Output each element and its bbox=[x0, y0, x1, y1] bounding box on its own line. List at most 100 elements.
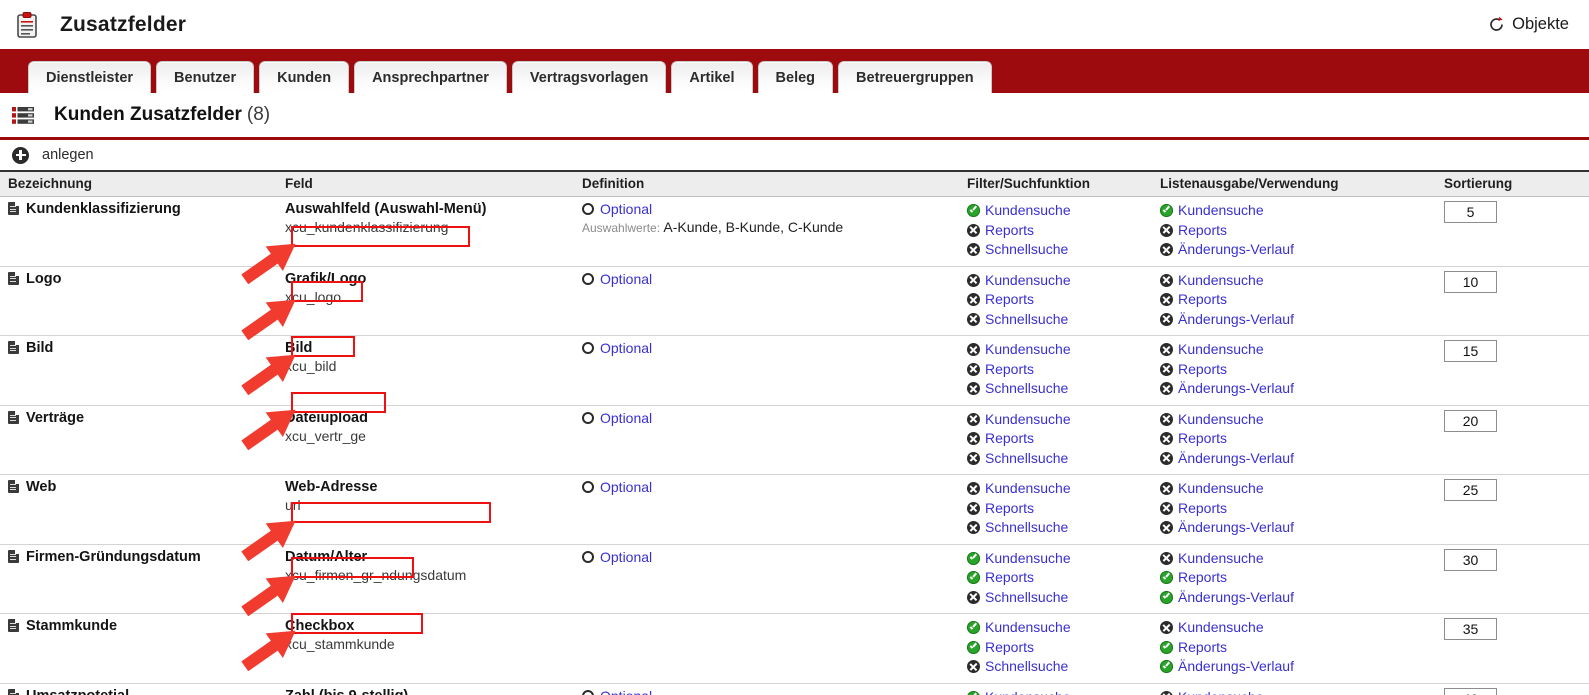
filter-link[interactable]: Kundensuche bbox=[985, 202, 1071, 218]
listen-link[interactable]: Änderungs-Verlauf bbox=[1178, 519, 1294, 535]
filter-link[interactable]: Reports bbox=[985, 639, 1034, 655]
listen-link[interactable]: Reports bbox=[1178, 222, 1227, 238]
check-circle-icon[interactable] bbox=[1160, 660, 1173, 673]
definition-label[interactable]: Optional bbox=[600, 410, 652, 426]
cross-circle-icon[interactable] bbox=[967, 293, 980, 306]
definition-radio[interactable] bbox=[582, 689, 594, 695]
feld-type[interactable]: Dateiupload bbox=[285, 410, 582, 427]
listen-link[interactable]: Kundensuche bbox=[1178, 619, 1264, 635]
feld-type[interactable]: Web-Adresse bbox=[285, 479, 582, 496]
feld-type[interactable]: Datum/Alter bbox=[285, 549, 582, 566]
bezeichnung-text[interactable]: Bild bbox=[26, 340, 53, 356]
definition-radio[interactable] bbox=[582, 272, 594, 285]
cross-circle-icon[interactable] bbox=[967, 451, 980, 465]
plus-circle-icon[interactable] bbox=[12, 146, 29, 164]
definition-label[interactable]: Optional bbox=[600, 340, 652, 356]
filter-link[interactable]: Kundensuche bbox=[985, 411, 1071, 427]
definition-radio[interactable] bbox=[582, 203, 594, 215]
cross-circle-icon[interactable] bbox=[1160, 432, 1173, 445]
feld-type[interactable]: Bild bbox=[285, 340, 582, 357]
cross-circle-icon[interactable] bbox=[1160, 293, 1173, 306]
cross-circle-icon[interactable] bbox=[967, 482, 980, 495]
listen-link[interactable]: Änderungs-Verlauf bbox=[1178, 658, 1294, 674]
objects-refresh-control[interactable]: Objekte bbox=[1488, 15, 1575, 34]
cross-circle-icon[interactable] bbox=[967, 312, 980, 326]
definition-label[interactable]: Optional bbox=[600, 201, 652, 217]
feld-type[interactable]: Grafik/Logo bbox=[285, 271, 582, 288]
cross-circle-icon[interactable] bbox=[1160, 362, 1173, 376]
check-circle-icon[interactable] bbox=[1160, 204, 1173, 217]
bezeichnung-text[interactable]: Kundenklassifizierung bbox=[26, 201, 181, 217]
bezeichnung-text[interactable]: Firmen-Gründungsdatum bbox=[26, 549, 201, 565]
filter-link[interactable]: Kundensuche bbox=[985, 480, 1071, 496]
filter-link[interactable]: Schnellsuche bbox=[985, 519, 1068, 535]
definition-radio[interactable] bbox=[582, 550, 594, 563]
cross-circle-icon[interactable] bbox=[967, 501, 980, 515]
filter-link[interactable]: Reports bbox=[985, 361, 1034, 377]
create-link[interactable]: anlegen bbox=[42, 147, 94, 163]
sortierung-input[interactable] bbox=[1444, 548, 1497, 571]
listen-link[interactable]: Kundensuche bbox=[1178, 202, 1264, 218]
filter-link[interactable]: Schnellsuche bbox=[985, 589, 1068, 605]
sortierung-input[interactable] bbox=[1444, 270, 1497, 293]
sortierung-input[interactable] bbox=[1444, 340, 1497, 362]
check-circle-icon[interactable] bbox=[1160, 640, 1173, 654]
filter-link[interactable]: Kundensuche bbox=[985, 341, 1071, 357]
definition-radio[interactable] bbox=[582, 342, 594, 354]
filter-link[interactable]: Reports bbox=[985, 430, 1034, 446]
listen-link[interactable]: Reports bbox=[1178, 500, 1227, 516]
cross-circle-icon[interactable] bbox=[1160, 312, 1173, 326]
feld-type[interactable]: Checkbox bbox=[285, 618, 582, 635]
cross-circle-icon[interactable] bbox=[1160, 621, 1173, 634]
listen-link[interactable]: Änderungs-Verlauf bbox=[1178, 589, 1294, 605]
sortierung-input[interactable] bbox=[1444, 687, 1497, 695]
listen-link[interactable]: Kundensuche bbox=[1178, 341, 1264, 357]
filter-link[interactable]: Schnellsuche bbox=[985, 658, 1068, 674]
listen-link[interactable]: Reports bbox=[1178, 430, 1227, 446]
filter-link[interactable]: Reports bbox=[985, 569, 1034, 585]
cross-circle-icon[interactable] bbox=[967, 382, 980, 395]
cross-circle-icon[interactable] bbox=[967, 362, 980, 376]
check-circle-icon[interactable] bbox=[967, 690, 980, 695]
filter-link[interactable]: Reports bbox=[985, 500, 1034, 516]
cross-circle-icon[interactable] bbox=[1160, 273, 1173, 287]
filter-link[interactable]: Schnellsuche bbox=[985, 241, 1068, 257]
check-circle-icon[interactable] bbox=[967, 640, 980, 654]
definition-label[interactable]: Optional bbox=[600, 688, 652, 695]
tab-artikel[interactable]: Artikel bbox=[671, 61, 753, 93]
listen-link[interactable]: Kundensuche bbox=[1178, 411, 1264, 427]
tab-ansprechpartner[interactable]: Ansprechpartner bbox=[354, 61, 507, 93]
bezeichnung-text[interactable]: Umsatzpotetial bbox=[26, 688, 129, 695]
sortierung-input[interactable] bbox=[1444, 618, 1497, 640]
cross-circle-icon[interactable] bbox=[967, 432, 980, 445]
filter-link[interactable]: Reports bbox=[985, 291, 1034, 307]
check-circle-icon[interactable] bbox=[967, 551, 980, 565]
cross-circle-icon[interactable] bbox=[1160, 451, 1173, 465]
cross-circle-icon[interactable] bbox=[967, 412, 980, 426]
tab-betreuergruppen[interactable]: Betreuergruppen bbox=[838, 61, 992, 93]
cross-circle-icon[interactable] bbox=[1160, 412, 1173, 426]
listen-link[interactable]: Kundensuche bbox=[1178, 480, 1264, 496]
filter-link[interactable]: Kundensuche bbox=[985, 689, 1071, 695]
cross-circle-icon[interactable] bbox=[967, 590, 980, 604]
filter-link[interactable]: Schnellsuche bbox=[985, 450, 1068, 466]
listen-link[interactable]: Kundensuche bbox=[1178, 550, 1264, 566]
bezeichnung-text[interactable]: Verträge bbox=[26, 410, 84, 426]
filter-link[interactable]: Reports bbox=[985, 222, 1034, 238]
filter-link[interactable]: Schnellsuche bbox=[985, 380, 1068, 396]
filter-link[interactable]: Kundensuche bbox=[985, 272, 1071, 288]
cross-circle-icon[interactable] bbox=[1160, 551, 1173, 565]
listen-link[interactable]: Änderungs-Verlauf bbox=[1178, 311, 1294, 327]
cross-circle-icon[interactable] bbox=[967, 521, 980, 534]
listen-link[interactable]: Änderungs-Verlauf bbox=[1178, 380, 1294, 396]
listen-link[interactable]: Reports bbox=[1178, 569, 1227, 585]
filter-link[interactable]: Schnellsuche bbox=[985, 311, 1068, 327]
cross-circle-icon[interactable] bbox=[1160, 482, 1173, 495]
feld-type[interactable]: Auswahlfeld (Auswahl-Menü) bbox=[285, 201, 582, 218]
check-circle-icon[interactable] bbox=[1160, 571, 1173, 584]
cross-circle-icon[interactable] bbox=[967, 273, 980, 287]
listen-link[interactable]: Kundensuche bbox=[1178, 689, 1264, 695]
tab-vertragsvorlagen[interactable]: Vertragsvorlagen bbox=[511, 61, 667, 93]
cross-circle-icon[interactable] bbox=[1160, 521, 1173, 534]
bezeichnung-text[interactable]: Stammkunde bbox=[26, 618, 117, 634]
